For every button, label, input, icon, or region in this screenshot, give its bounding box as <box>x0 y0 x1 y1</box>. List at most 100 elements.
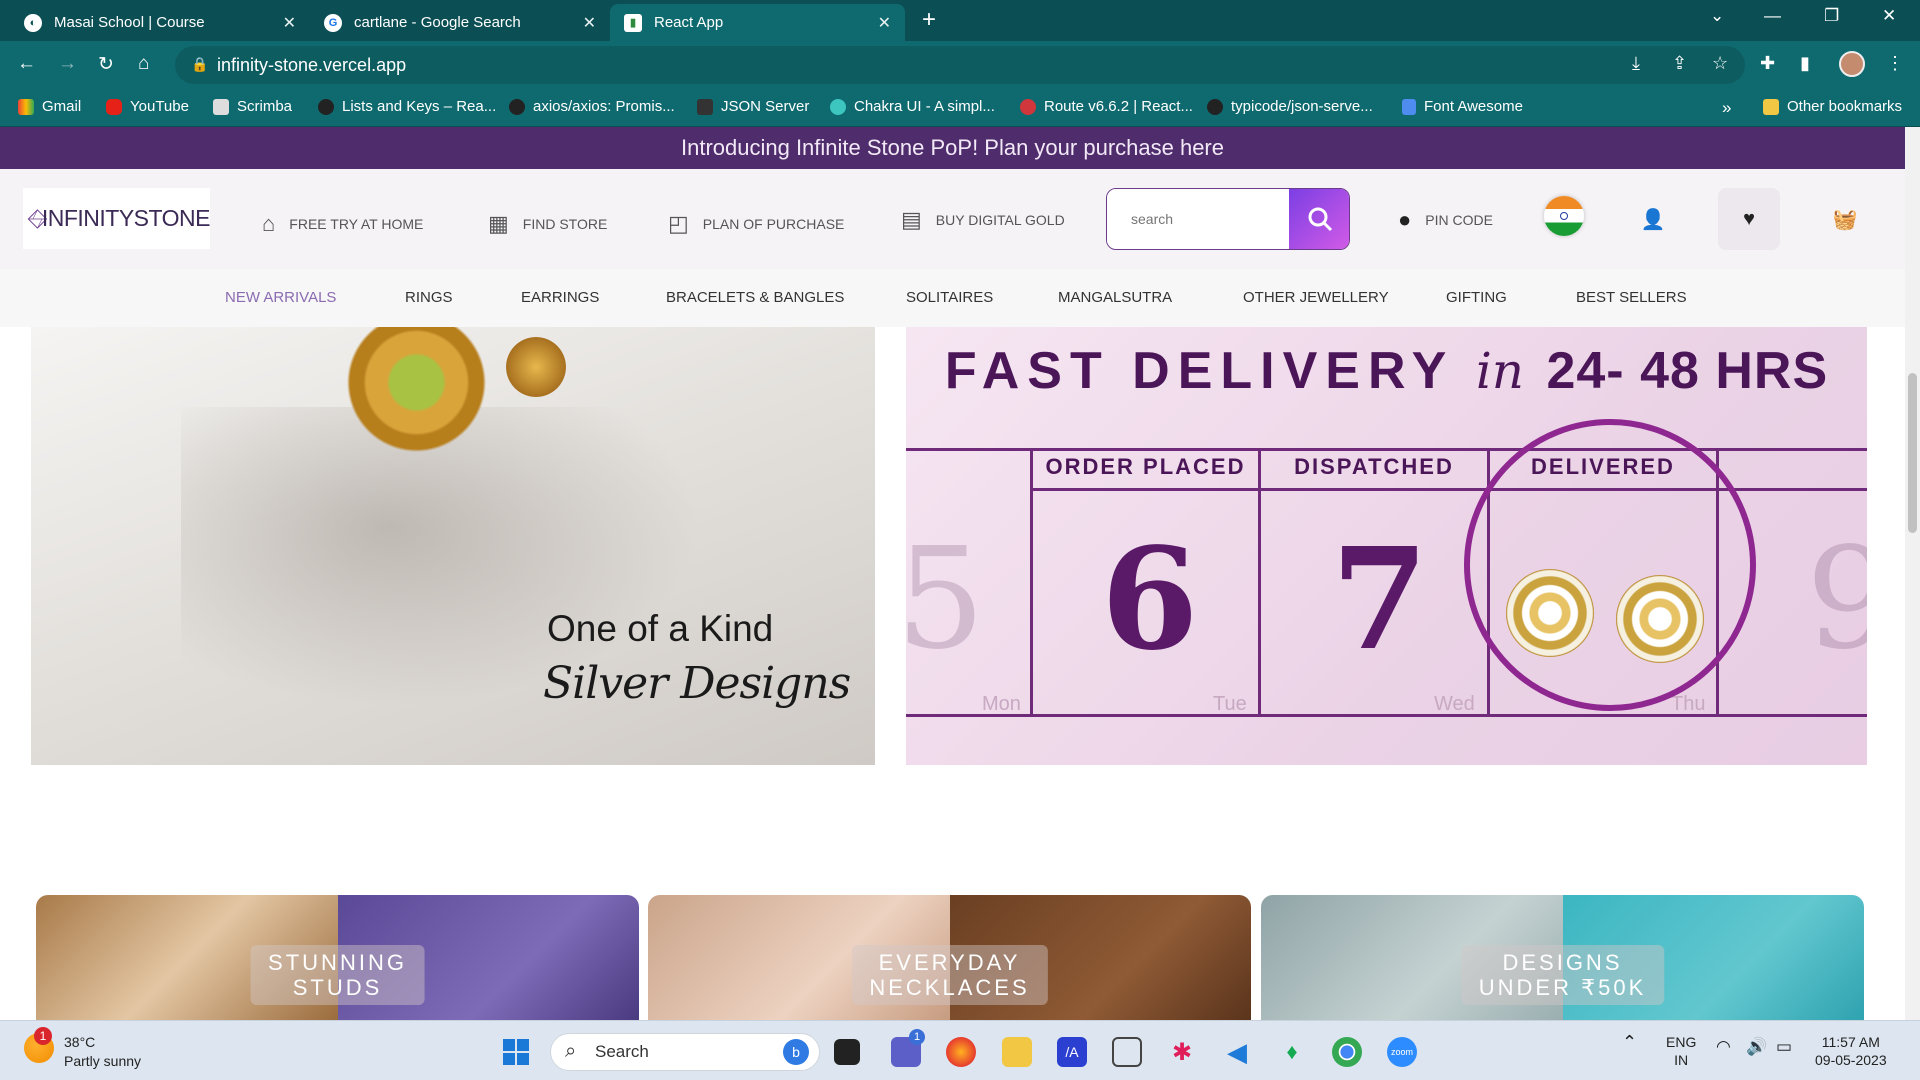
menu-rings[interactable]: RINGS <box>405 289 453 306</box>
install-icon[interactable]: ⤓ <box>1632 53 1640 74</box>
stunning-studs-card[interactable]: STUNNING STUDS <box>36 895 639 1020</box>
back-icon[interactable]: ← <box>17 53 36 75</box>
close-window-icon[interactable]: ✕ <box>1882 6 1896 26</box>
india-flag-icon[interactable] <box>1544 196 1584 236</box>
close-tab-icon[interactable]: ✕ <box>283 13 296 33</box>
file-explorer-icon[interactable] <box>1002 1037 1032 1067</box>
free-try-at-home-link[interactable]: ⌂ FREE TRY AT HOME <box>262 211 423 237</box>
card-label-line: DESIGNS <box>1502 950 1623 975</box>
scrimba-icon <box>213 98 229 115</box>
bag-icon: ◰ <box>668 211 689 236</box>
menu-gifting[interactable]: GIFTING <box>1446 289 1507 306</box>
bookmark-youtube[interactable]: YouTube <box>106 98 189 115</box>
card-label-line: UNDER ₹50K <box>1478 975 1647 1000</box>
other-bookmarks[interactable]: Other bookmarks <box>1763 98 1902 115</box>
bookmark-label: YouTube <box>130 98 189 115</box>
tab-google-search[interactable]: G cartlane - Google Search ✕ <box>310 4 610 41</box>
everyday-necklaces-card[interactable]: EVERYDAY NECKLACES <box>648 895 1251 1020</box>
search-button[interactable] <box>1289 189 1349 249</box>
react-app-favicon-icon: ▮ <box>624 13 642 32</box>
cart-basket-icon[interactable]: 🧺 <box>1814 188 1876 250</box>
tab-search-chevron-icon[interactable]: ⌄ <box>1710 6 1724 26</box>
google-favicon-icon: G <box>324 13 342 32</box>
bookmark-json-server[interactable]: JSON Server <box>697 98 809 115</box>
bookmark-lists-and-keys[interactable]: Lists and Keys – Rea... <box>318 98 496 115</box>
fast-delivery-banner[interactable]: FAST DELIVERY in 24- 48 HRS ORDER PLACED… <box>906 327 1867 765</box>
region-label: IN <box>1674 1052 1689 1068</box>
reload-icon[interactable]: ↻ <box>98 53 114 76</box>
language-label: ENG <box>1666 1034 1697 1050</box>
url-field[interactable]: 🔒 infinity-stone.vercel.app <box>175 46 1745 84</box>
slack-icon[interactable]: ✱ <box>1167 1037 1197 1067</box>
task-view-icon[interactable] <box>834 1039 860 1065</box>
close-tab-icon[interactable]: ✕ <box>878 13 891 33</box>
menu-other-jewellery[interactable]: OTHER JEWELLERY <box>1243 289 1389 306</box>
lock-icon[interactable]: 🔒 <box>191 56 208 73</box>
silver-designs-banner[interactable]: One of a Kind Silver Designs <box>31 327 875 765</box>
app-icon[interactable]: /A <box>1057 1037 1087 1067</box>
new-tab-icon[interactable]: + <box>922 6 936 34</box>
menu-mangalsutra[interactable]: MANGALSUTRA <box>1058 289 1172 306</box>
scrollbar-thumb[interactable] <box>1908 373 1917 533</box>
side-panel-icon[interactable]: ▮ <box>1800 53 1810 74</box>
language-indicator[interactable]: ENG IN <box>1666 1033 1696 1069</box>
close-tab-icon[interactable]: ✕ <box>583 13 596 33</box>
menu-new-arrivals[interactable]: NEW ARRIVALS <box>225 289 336 306</box>
wishlist-heart-icon[interactable]: ♥ <box>1718 188 1780 250</box>
snipping-tool-icon[interactable] <box>1112 1037 1142 1067</box>
bookmark-label: Chakra UI - A simpl... <box>854 98 995 115</box>
battery-icon[interactable]: ▭ <box>1776 1038 1792 1056</box>
find-store-link[interactable]: ▦ FIND STORE <box>488 211 607 237</box>
buy-digital-gold-link[interactable]: ▤ BUY DIGITAL GOLD <box>901 207 1065 233</box>
bookmark-typicode[interactable]: typicode/json-serve... <box>1207 98 1373 115</box>
wifi-icon[interactable]: ◠ <box>1716 1038 1731 1056</box>
bookmark-label: JSON Server <box>721 98 810 115</box>
headline-hours: 24- 48 HRS <box>1546 342 1829 400</box>
bookmark-star-icon[interactable]: ☆ <box>1712 53 1728 74</box>
site-logo[interactable]: INFINITYSTONE <box>23 188 211 249</box>
search-box <box>1106 188 1350 250</box>
bookmark-font-awesome[interactable]: Font Awesome <box>1402 98 1523 115</box>
page-scrollbar[interactable] <box>1905 127 1920 1020</box>
chrome-icon[interactable] <box>1332 1037 1362 1067</box>
menu-best-sellers[interactable]: BEST SELLERS <box>1576 289 1687 306</box>
weather-widget[interactable]: 1 38°C Partly sunny <box>24 1027 141 1071</box>
bookmark-axios[interactable]: axios/axios: Promis... <box>509 98 675 115</box>
mongodb-icon[interactable]: ♦ <box>1277 1037 1307 1067</box>
nav-label: PLAN OF PURCHASE <box>702 216 845 232</box>
bookmark-scrimba[interactable]: Scrimba <box>213 98 292 115</box>
zoom-icon[interactable]: zoom <box>1387 1037 1417 1067</box>
home-icon[interactable]: ⌂ <box>138 53 149 75</box>
teams-chat-icon[interactable]: 1 <box>891 1029 925 1067</box>
minimize-icon[interactable]: — <box>1764 6 1781 26</box>
search-input[interactable] <box>1107 189 1289 248</box>
volume-icon[interactable]: 🔊 <box>1746 1038 1767 1056</box>
designs-under-50k-card[interactable]: DESIGNS UNDER ₹50K <box>1261 895 1864 1020</box>
bookmark-chakra-ui[interactable]: Chakra UI - A simpl... <box>830 98 995 115</box>
tray-chevron-icon[interactable]: ⌃ <box>1622 1033 1637 1051</box>
masai-favicon-icon: ◐ <box>24 13 42 32</box>
forward-icon[interactable]: → <box>58 53 77 75</box>
bookmark-react-router[interactable]: Route v6.6.2 | React... <box>1020 98 1193 115</box>
menu-dots-icon[interactable]: ⋮ <box>1886 53 1904 74</box>
menu-bracelets-bangles[interactable]: BRACELETS & BANGLES <box>666 289 844 306</box>
promo-bar[interactable]: Introducing Infinite Stone PoP! Plan you… <box>0 127 1905 169</box>
tab-react-app[interactable]: ▮ React App ✕ <box>610 4 905 41</box>
menu-solitaires[interactable]: SOLITAIRES <box>906 289 993 306</box>
extensions-icon[interactable]: ✚ <box>1760 53 1775 74</box>
taskbar-search[interactable]: ⌕ Search b <box>550 1033 820 1071</box>
tab-masai-school[interactable]: ◐ Masai School | Course ✕ <box>10 4 310 41</box>
firefox-icon[interactable] <box>946 1037 976 1067</box>
restore-icon[interactable]: ❐ <box>1824 6 1839 26</box>
share-icon[interactable]: ⇪ <box>1672 53 1687 74</box>
menu-earrings[interactable]: EARRINGS <box>521 289 599 306</box>
profile-avatar[interactable] <box>1839 51 1865 77</box>
windows-start-icon[interactable] <box>501 1037 531 1067</box>
plan-of-purchase-link[interactable]: ◰ PLAN OF PURCHASE <box>668 211 844 237</box>
bookmarks-overflow-icon[interactable]: » <box>1722 98 1731 118</box>
vscode-icon[interactable]: ◀ <box>1222 1037 1252 1067</box>
account-icon[interactable]: 👤 <box>1622 188 1684 250</box>
clock[interactable]: 11:57 AM 09-05-2023 <box>1815 1033 1887 1069</box>
pin-code-button[interactable]: ● PIN CODE <box>1398 207 1493 233</box>
bookmark-gmail[interactable]: Gmail <box>18 98 81 115</box>
